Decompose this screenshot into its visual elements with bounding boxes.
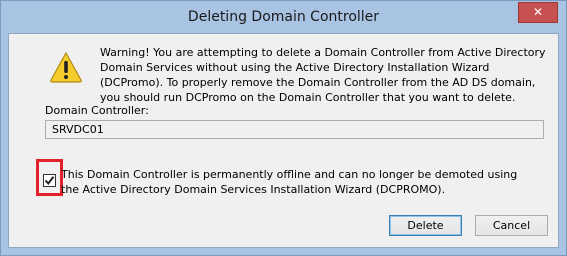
offline-checkbox-label[interactable]: This Domain Controller is permanently of… xyxy=(61,167,521,197)
close-button[interactable]: ✕ xyxy=(518,2,558,23)
domain-controller-field: SRVDC01 xyxy=(45,120,544,139)
dialog-body: Warning! You are attempting to delete a … xyxy=(8,33,559,248)
delete-button[interactable]: Delete xyxy=(389,215,462,236)
dialog-window: Deleting Domain Controller ✕ Warning! Yo… xyxy=(0,0,567,256)
warning-message: Warning! You are attempting to delete a … xyxy=(100,46,546,104)
checkmark-icon xyxy=(44,176,55,186)
domain-controller-label: Domain Controller: xyxy=(45,104,149,117)
title-bar[interactable]: Deleting Domain Controller ✕ xyxy=(1,1,566,33)
cancel-button[interactable]: Cancel xyxy=(475,215,548,236)
offline-checkbox[interactable] xyxy=(43,174,56,187)
warning-icon xyxy=(50,51,82,83)
window-title: Deleting Domain Controller xyxy=(187,9,380,25)
